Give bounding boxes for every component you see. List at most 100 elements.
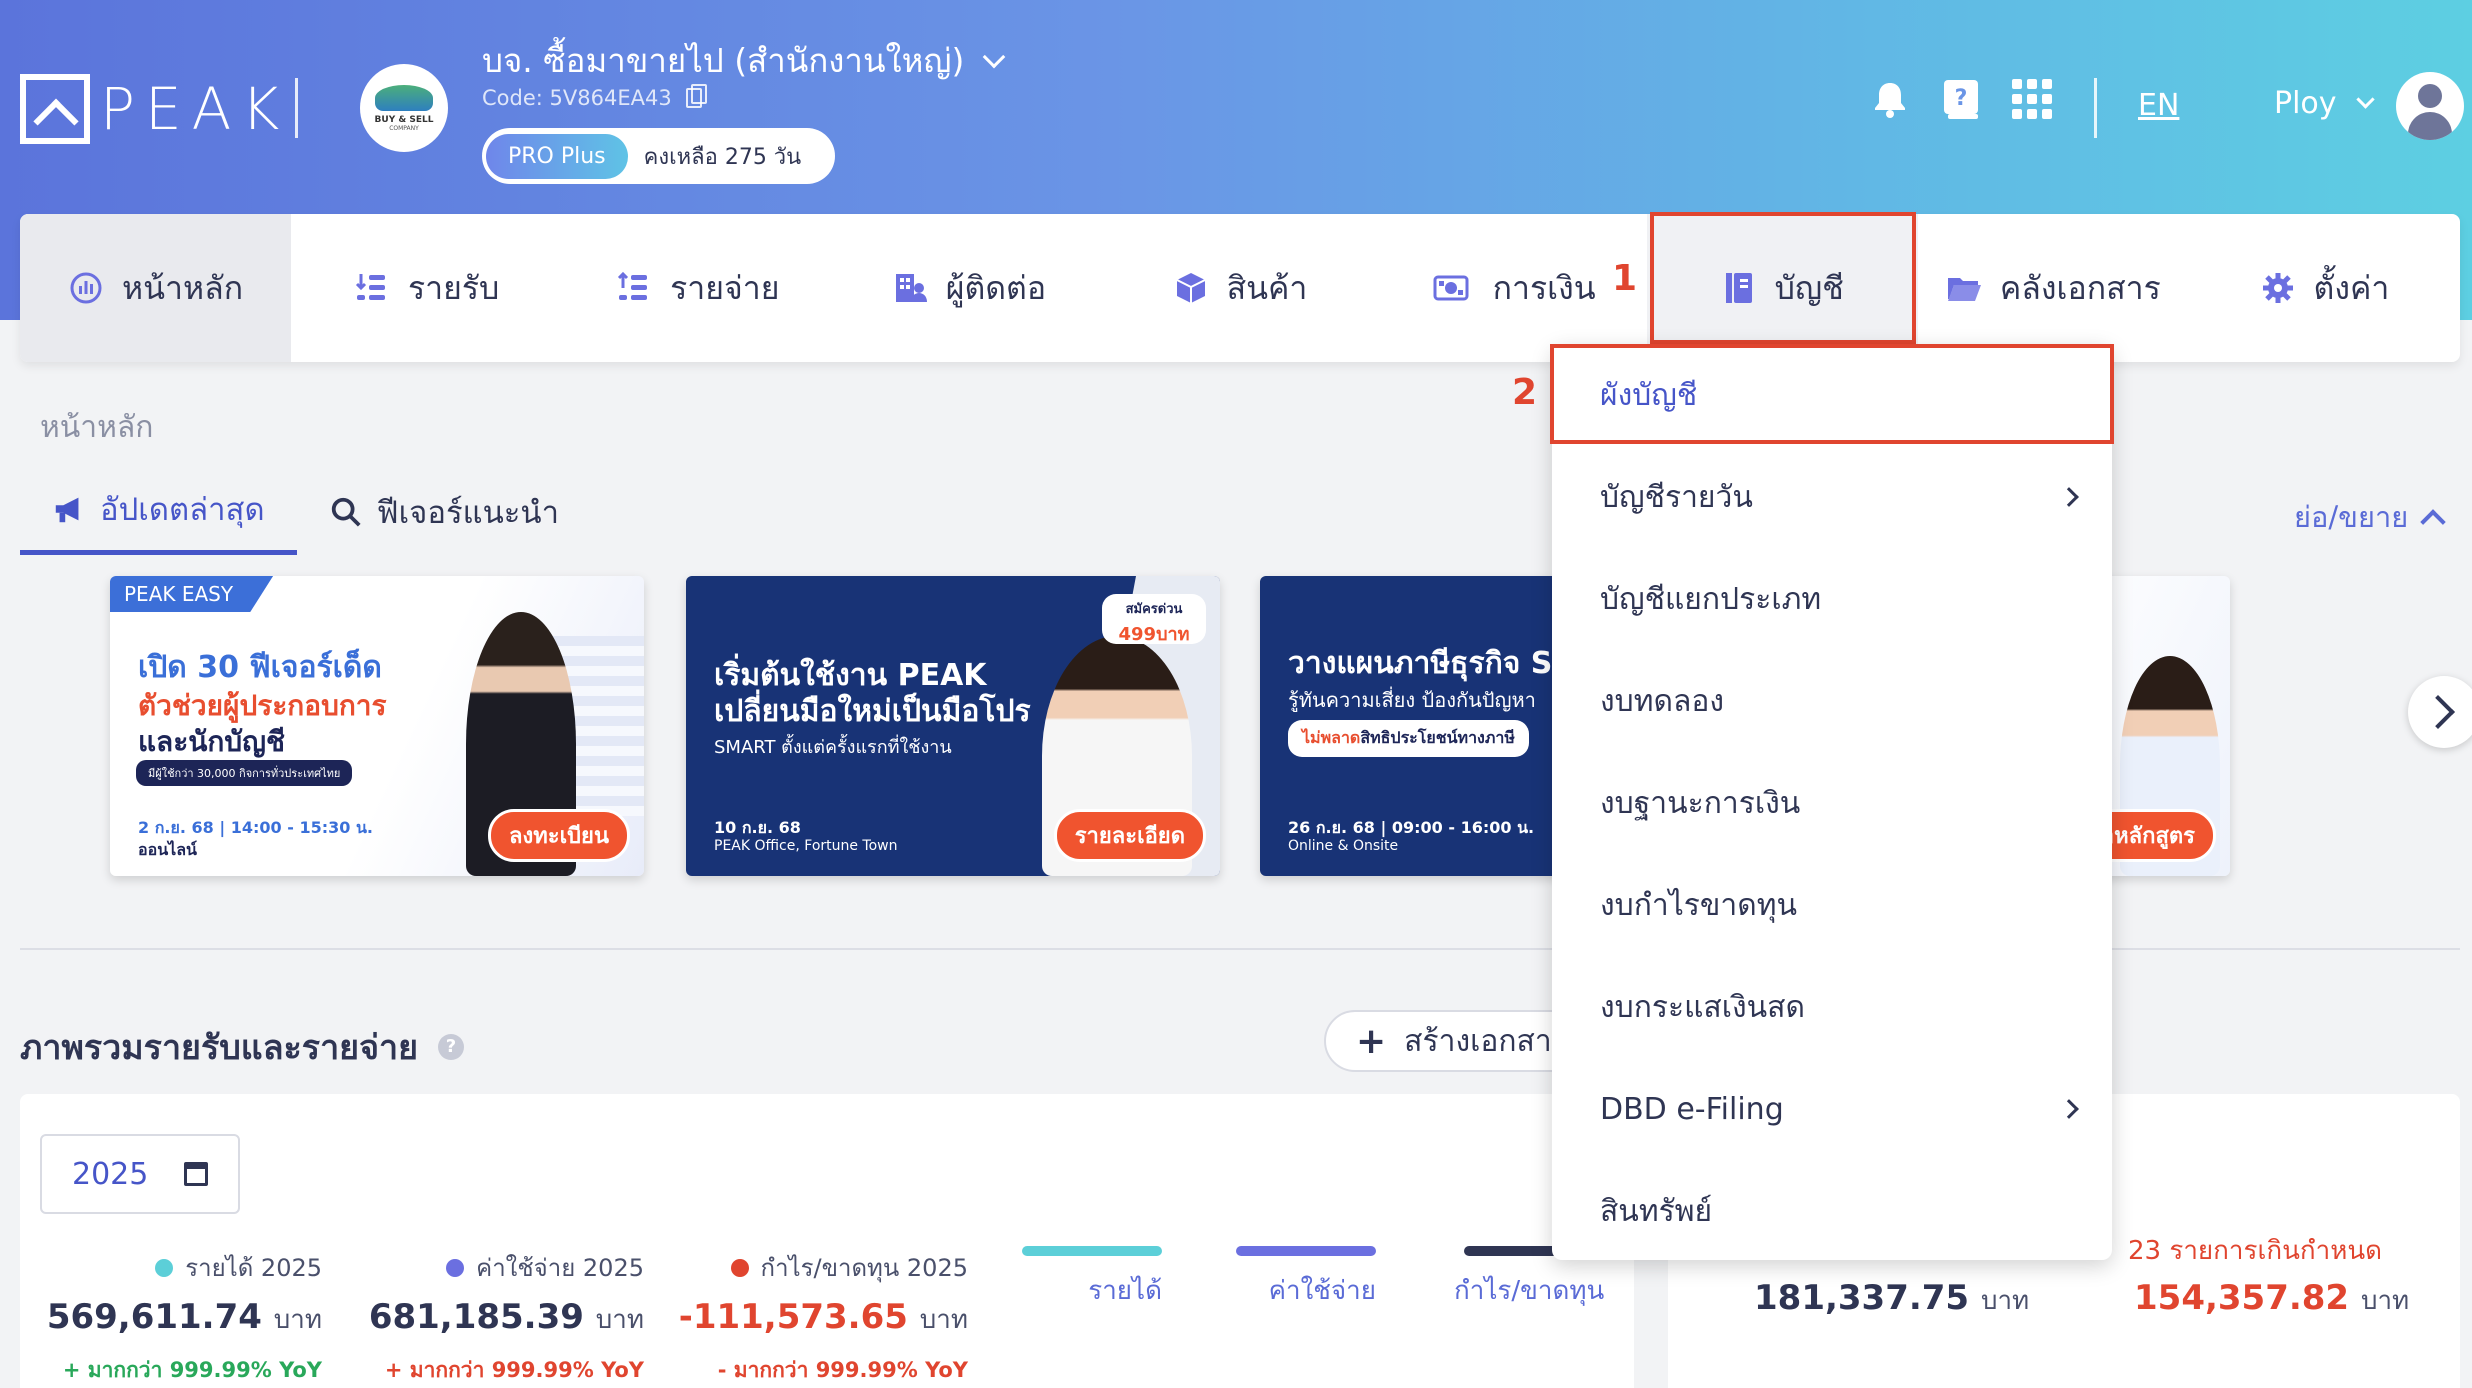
header-divider [2094, 78, 2097, 138]
nav-item-expense[interactable]: รายจ่าย [562, 214, 833, 362]
nav-item-home[interactable]: หน้าหลัก [20, 214, 292, 362]
company-name: บจ. ซื้อมาขายไป (สำนักงานใหญ่) [482, 41, 965, 80]
breadcrumb: หน้าหลัก [40, 410, 154, 445]
banner-place: PEAK Office, Fortune Town [714, 838, 898, 854]
chevron-up-icon [2420, 509, 2447, 535]
stat-amount: 569,611.74 [46, 1297, 262, 1337]
create-document-button[interactable]: + สร้างเอกสาร [1324, 1010, 1584, 1072]
banner-peak-start[interactable]: สมัครด่วน 499บาท เริ่มต้นใช้งาน PEAK เปล… [686, 576, 1220, 876]
menu-item-assets[interactable]: สินทรัพย์ [1552, 1160, 2112, 1262]
nav-item-label: รายจ่าย [670, 268, 780, 307]
nav-item-label: บัญชี [1774, 268, 1844, 307]
stat-yoy: - มากกว่า 999.99% YoY [717, 1358, 968, 1382]
menu-item-label: งบทดลอง [1600, 683, 1724, 719]
nav-item-label: หน้าหลัก [122, 268, 244, 307]
apps-grid-icon[interactable] [2012, 79, 2052, 119]
banner-pill-highlight: ไม่พลาด [1302, 728, 1361, 747]
menu-item-label: บัญชีรายวัน [1600, 479, 1753, 515]
company-switcher[interactable]: บจ. ซื้อมาขายไป (สำนักงานใหญ่) [482, 34, 1006, 87]
legend-income[interactable]: รายได้ [1022, 1246, 1162, 1311]
menu-item-balance-sheet[interactable]: งบฐานะการเงิน [1552, 752, 2112, 854]
stat-label-text: กำไร/ขาดทุน 2025 [760, 1254, 968, 1282]
nav-item-income[interactable]: รายรับ [291, 214, 562, 362]
help-icon[interactable]: ? [438, 1034, 465, 1060]
promo-text: สมัครด่วน [1125, 602, 1183, 617]
nav-item-label: ผู้ติดต่อ [945, 268, 1047, 307]
expense-icon [618, 271, 648, 300]
stat-value: 569,611.74 บาท [47, 1297, 322, 1340]
language-switch[interactable]: EN [2138, 88, 2179, 123]
stat-unit: บาท [919, 1305, 968, 1335]
details-button[interactable]: รายละเอียด [1053, 809, 1206, 862]
menu-item-general-ledger[interactable]: บัญชีแยกประเภท [1552, 548, 2112, 650]
nav-item-label: สินค้า [1226, 268, 1308, 307]
banner-tag: PEAK EASY [110, 576, 274, 612]
company-logo: BUY & SELL COMPANY [360, 64, 448, 152]
header-divider [295, 78, 298, 138]
tab-latest-updates[interactable]: อัปเดตล่าสุด [20, 484, 297, 555]
legend-dot [155, 1258, 174, 1277]
amount-value: 154,357.82 [2134, 1278, 2350, 1318]
menu-item-label: สินทรัพย์ [1600, 1193, 1713, 1229]
menu-item-label: งบกระแสเงินสด [1600, 989, 1805, 1025]
menu-item-chart-of-accounts[interactable]: ผังบัญชี [1552, 344, 2112, 446]
nav-item-label: รายรับ [407, 268, 500, 307]
menu-item-label: บัญชีแยกประเภท [1600, 581, 1822, 617]
banner-peak-easy[interactable]: PEAK EASY เปิด 30 ฟีเจอร์เด็ด ตัวช่วยผู้… [110, 576, 644, 876]
copy-icon[interactable] [685, 84, 707, 108]
avatar[interactable] [2396, 72, 2464, 140]
income-icon [355, 274, 385, 300]
chevron-right-icon [2059, 487, 2079, 507]
nav-item-settings[interactable]: ตั้งค่า [2189, 214, 2460, 362]
bell-icon[interactable] [1870, 79, 1910, 119]
stat-label-text: ค่าใช้จ่าย 2025 [476, 1254, 644, 1282]
chevron-down-icon [2355, 90, 2375, 109]
stat-label: รายได้ 2025 [47, 1248, 322, 1287]
nav-item-label: ตั้งค่า [2313, 268, 2390, 307]
menu-item-label: งบกำไรขาดทุน [1600, 887, 1798, 923]
nav-item-products[interactable]: สินค้า [1104, 214, 1375, 362]
company-logo-text: BUY & SELL [374, 114, 434, 125]
stat-label: กำไร/ขาดทุน 2025 [679, 1248, 968, 1287]
overview-title-text: ภาพรวมรายรับและรายจ่าย [20, 1028, 419, 1068]
menu-item-label: งบฐานะการเงิน [1600, 785, 1801, 821]
stat-yoy: + มากกว่า 999.99% YoY [384, 1358, 644, 1382]
nav-item-contacts[interactable]: ผู้ติดต่อ [833, 214, 1104, 362]
company-logo-subtext: COMPANY [389, 124, 419, 132]
income-expense-panel: 2025 รายได้ 2025 569,611.74 บาท + มากกว่… [20, 1094, 1634, 1388]
amount-unit: บาท [2360, 1286, 2410, 1316]
tab-label: อัปเดตล่าสุด [100, 492, 265, 528]
carousel-next-button[interactable] [2408, 676, 2472, 748]
news-tabs: อัปเดตล่าสุด ฟีเจอร์แนะนำ [20, 484, 591, 555]
collapse-toggle[interactable]: ย่อ/ขยาย [2294, 494, 2447, 540]
legend-expense[interactable]: ค่าใช้จ่าย [1236, 1246, 1376, 1311]
register-button[interactable]: ลงทะเบียน [488, 809, 630, 862]
menu-item-trial-balance[interactable]: งบทดลอง [1552, 650, 2112, 752]
banner-subtitle: รู้ทันความเสี่ยง ป้องกันปัญหา [1288, 688, 1536, 712]
stat-income: รายได้ 2025 569,611.74 บาท + มากกว่า 999… [47, 1248, 322, 1387]
nav-item-accounting[interactable]: บัญชี [1646, 214, 1918, 362]
plan-status[interactable]: PRO Plus คงเหลือ 275 วัน [482, 128, 836, 184]
money-icon [1433, 275, 1469, 301]
promo-price: 499บาท [1118, 624, 1190, 645]
nav-item-label: การเงิน [1492, 268, 1596, 307]
peak-logo[interactable]: PEAK [20, 74, 289, 144]
year-picker[interactable]: 2025 [40, 1134, 240, 1214]
user-menu[interactable]: Ploy [2274, 86, 2375, 121]
help-book-icon[interactable]: ? [1942, 78, 1980, 120]
banner-headline: และนักบัญชี [138, 725, 285, 758]
menu-item-cash-flow[interactable]: งบกระแสเงินสด [1552, 956, 2112, 1058]
amount-value: 181,337.75 [1754, 1278, 1970, 1318]
company-code-text: Code: 5V864EA43 [482, 86, 672, 110]
nav-item-finance[interactable]: การเงิน [1376, 214, 1647, 362]
menu-item-dbd-efiling[interactable]: DBD e-Filing [1552, 1058, 2112, 1160]
stat-label-text: รายได้ 2025 [185, 1254, 322, 1282]
menu-item-journal[interactable]: บัญชีรายวัน [1552, 446, 2112, 548]
menu-item-income-statement[interactable]: งบกำไรขาดทุน [1552, 854, 2112, 956]
accounting-book-icon [1725, 273, 1752, 303]
stat-profit-loss: กำไร/ขาดทุน 2025 -111,573.65 บาท - มากกว… [679, 1248, 968, 1387]
year-value: 2025 [72, 1156, 149, 1192]
tab-recommended-features[interactable]: ฟีเจอร์แนะนำ [297, 484, 591, 555]
amount-right: 154,357.82 บาท [2134, 1278, 2409, 1321]
nav-item-documents[interactable]: คลังเอกสาร [1918, 214, 2189, 362]
